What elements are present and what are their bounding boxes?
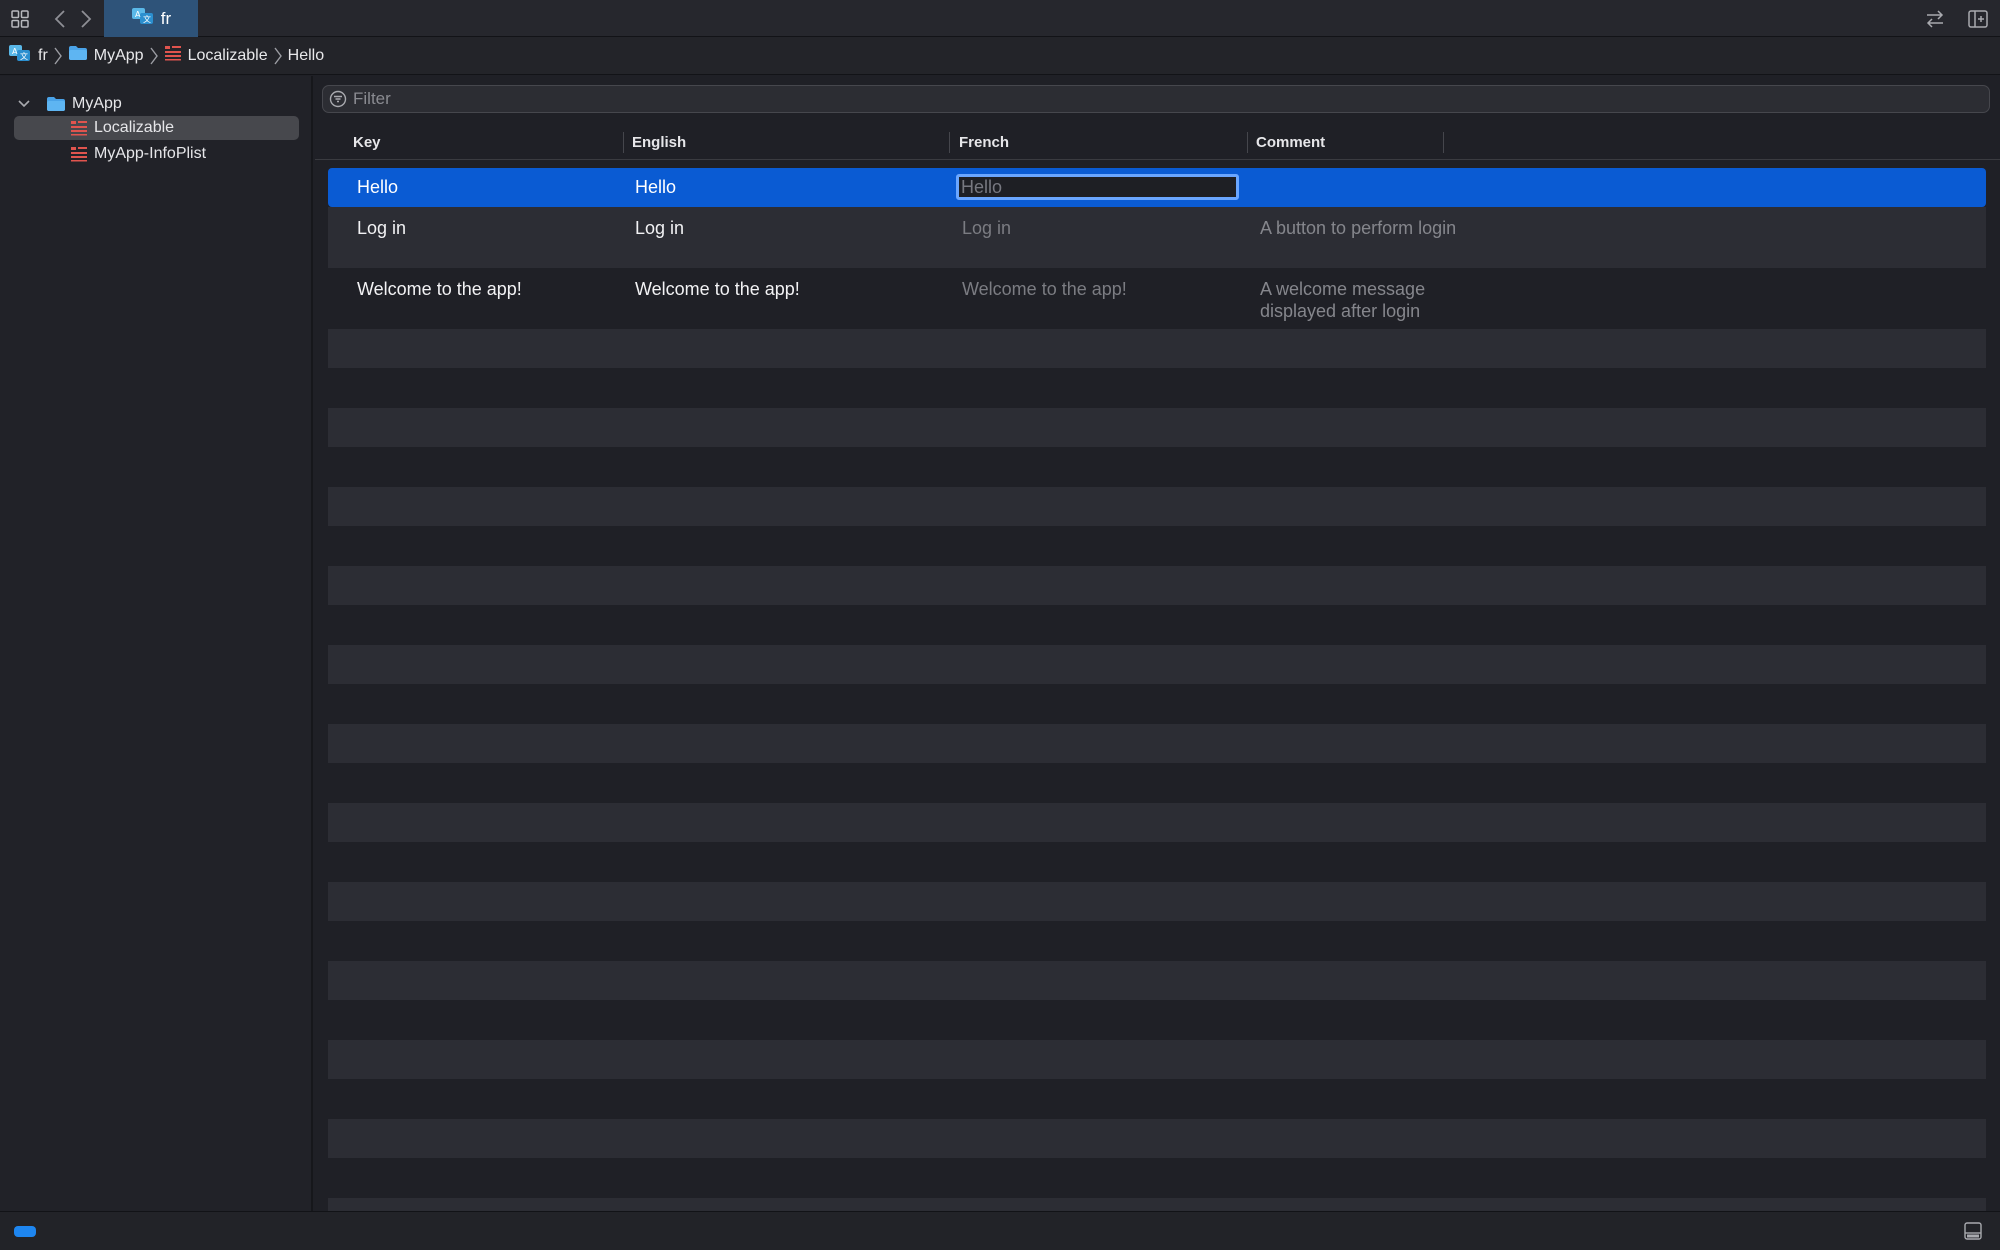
strings-file-icon bbox=[70, 120, 88, 136]
table-row[interactable]: Hello Hello bbox=[328, 168, 1986, 207]
empty-row-stripe bbox=[328, 645, 1986, 684]
tab-fr[interactable]: A文 fr bbox=[104, 0, 198, 37]
tree-item-myapp[interactable]: MyApp bbox=[14, 92, 299, 116]
column-header: Key English French Comment bbox=[315, 124, 2000, 160]
grid-icon[interactable] bbox=[10, 9, 30, 29]
empty-row-stripe bbox=[328, 1119, 1986, 1158]
breadcrumb-label: Hello bbox=[287, 46, 325, 64]
empty-row-stripe bbox=[328, 487, 1986, 526]
folder-icon bbox=[68, 45, 88, 66]
empty-row-stripe bbox=[328, 882, 1986, 921]
svg-text:文: 文 bbox=[20, 51, 28, 61]
empty-row-stripe bbox=[328, 724, 1986, 763]
folder-icon bbox=[46, 96, 66, 112]
key-cell: Hello bbox=[357, 177, 399, 197]
forward-chevron-icon[interactable] bbox=[76, 9, 96, 29]
breadcrumb-label: fr bbox=[38, 46, 48, 64]
back-chevron-icon[interactable] bbox=[50, 9, 70, 29]
tree-item-label: MyApp bbox=[72, 95, 122, 112]
navigator-sidebar: MyApp Localizable MyApp-InfoPlist bbox=[0, 76, 313, 1211]
empty-row-stripe bbox=[328, 803, 1986, 842]
empty-row-stripe bbox=[328, 329, 1986, 368]
comment-cell: A welcome message displayed after login bbox=[1260, 279, 1426, 321]
filter-icon bbox=[329, 90, 347, 108]
strings-file-icon bbox=[164, 45, 182, 66]
translate-icon: A文 bbox=[8, 44, 32, 67]
column-header-comment[interactable]: Comment bbox=[1256, 124, 1325, 160]
english-cell: Hello bbox=[635, 177, 677, 197]
add-editor-icon[interactable] bbox=[1968, 9, 1988, 29]
tab-label: fr bbox=[160, 8, 172, 28]
column-header-key[interactable]: Key bbox=[353, 124, 381, 160]
column-divider[interactable] bbox=[949, 132, 950, 153]
french-cell[interactable]: Log in bbox=[962, 217, 1011, 239]
english-cell: Welcome to the app! bbox=[635, 279, 800, 299]
svg-text:文: 文 bbox=[143, 14, 151, 24]
french-edit-field[interactable] bbox=[956, 174, 1239, 200]
breadcrumb-item-myapp[interactable]: MyApp bbox=[68, 45, 144, 66]
tree-item-label: Localizable bbox=[94, 119, 175, 136]
column-divider[interactable] bbox=[1247, 132, 1248, 153]
svg-text:A: A bbox=[135, 10, 141, 19]
filter-input[interactable] bbox=[353, 89, 1953, 109]
toggle-panel-icon[interactable] bbox=[1964, 1222, 1982, 1245]
chevron-right-icon bbox=[274, 47, 282, 65]
table-row[interactable]: Log in Log in Log in A button to perform… bbox=[328, 207, 1986, 268]
breadcrumb-item-hello[interactable]: Hello bbox=[288, 47, 324, 65]
english-cell: Log in bbox=[635, 218, 685, 238]
breadcrumb-label: MyApp bbox=[93, 46, 144, 64]
breadcrumb-item-localizable[interactable]: Localizable bbox=[164, 45, 268, 66]
table-row[interactable]: Welcome to the app! Welcome to the app! … bbox=[328, 268, 1986, 329]
column-header-french[interactable]: French bbox=[959, 124, 1009, 160]
status-bar bbox=[0, 1211, 2000, 1250]
breadcrumb: A文 fr MyApp Localizable Hello bbox=[0, 37, 2000, 75]
empty-row-stripe bbox=[328, 961, 1986, 1000]
comment-cell: A button to perform login bbox=[1260, 218, 1457, 238]
column-divider[interactable] bbox=[1443, 132, 1444, 153]
chevron-right-icon bbox=[54, 47, 62, 65]
key-cell: Welcome to the app! bbox=[357, 279, 522, 299]
svg-text:A: A bbox=[12, 47, 18, 56]
tab-bar: A文 fr bbox=[0, 0, 2000, 37]
empty-row-stripe bbox=[328, 566, 1986, 605]
column-header-english[interactable]: English bbox=[632, 124, 686, 160]
activity-indicator-icon[interactable] bbox=[14, 1226, 36, 1237]
tree-item-localizable[interactable]: Localizable bbox=[14, 116, 299, 140]
breadcrumb-item-fr[interactable]: A文 fr bbox=[8, 44, 48, 67]
column-divider[interactable] bbox=[623, 132, 624, 153]
chevron-right-icon bbox=[150, 47, 158, 65]
key-cell: Log in bbox=[357, 218, 407, 238]
strings-file-icon bbox=[70, 146, 88, 162]
tree-item-myapp-infoplist[interactable]: MyApp-InfoPlist bbox=[14, 142, 299, 166]
disclosure-chevron-icon[interactable] bbox=[14, 99, 34, 109]
translate-icon: A文 bbox=[131, 7, 155, 30]
tree-item-label: MyApp-InfoPlist bbox=[94, 145, 207, 162]
empty-row-stripe bbox=[328, 408, 1986, 447]
empty-row-stripe bbox=[328, 1040, 1986, 1079]
breadcrumb-label: Localizable bbox=[187, 46, 268, 64]
empty-row-stripe bbox=[328, 1198, 1986, 1211]
french-cell[interactable]: Welcome to the app! bbox=[962, 278, 1127, 300]
filter-field[interactable] bbox=[322, 85, 1990, 113]
swap-arrows-icon[interactable] bbox=[1925, 9, 1945, 29]
